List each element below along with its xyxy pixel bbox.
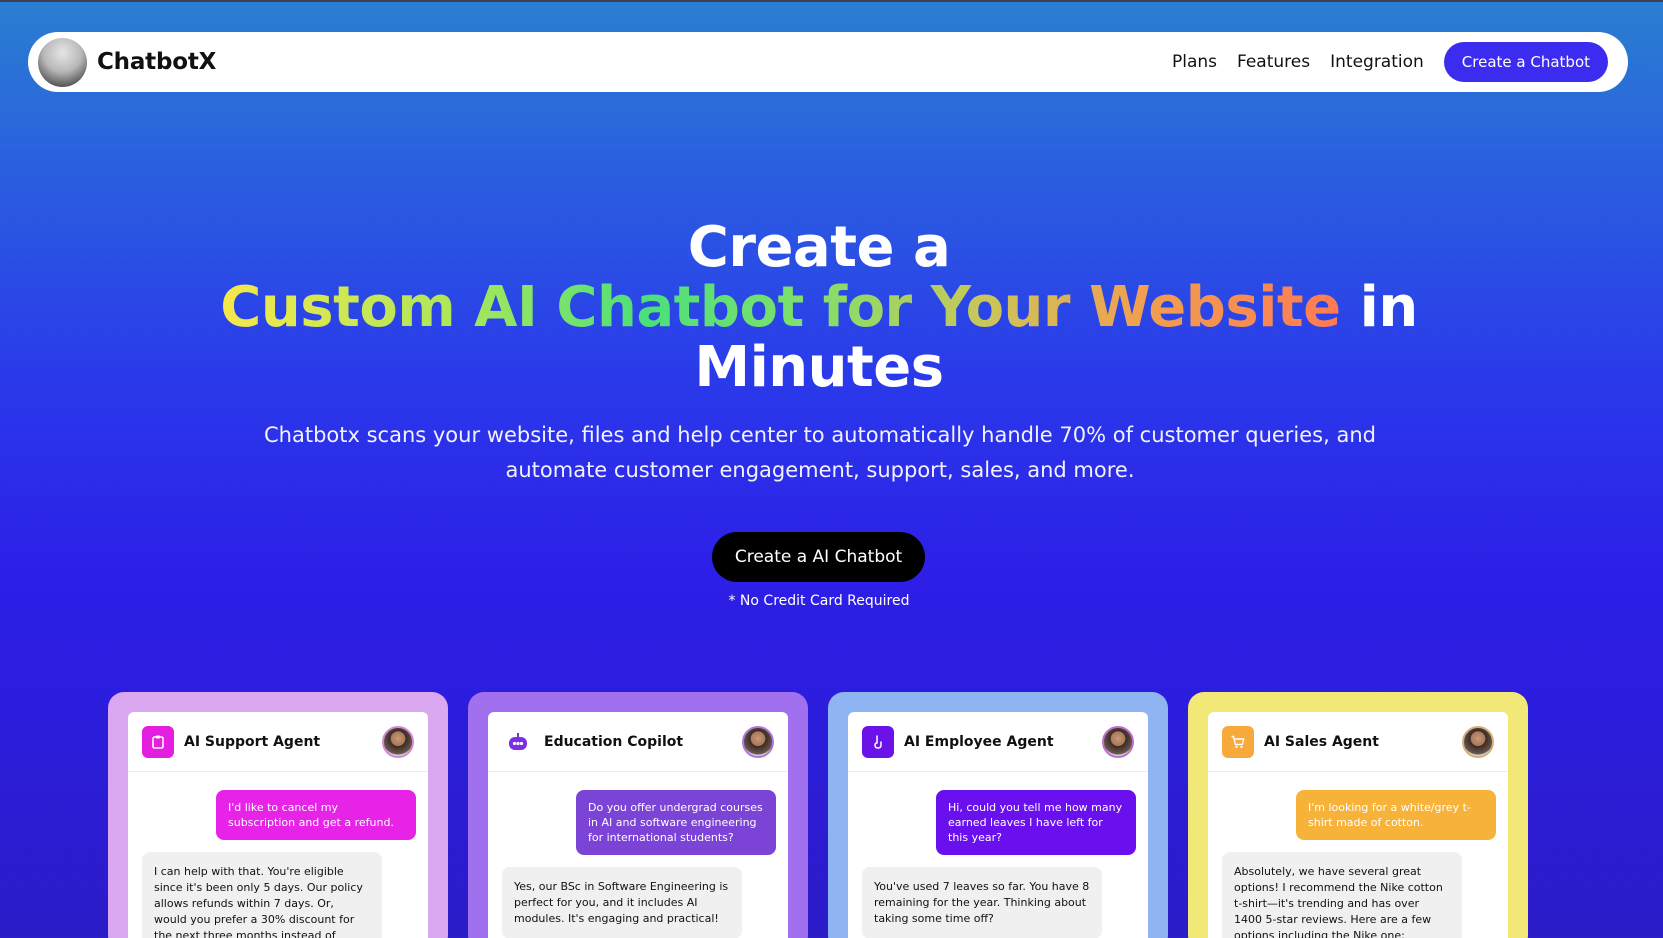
card-body: Education Copilot Do you offer undergrad… xyxy=(488,712,788,938)
window-top-border xyxy=(0,0,1663,2)
brand-name: ChatbotX xyxy=(97,49,217,75)
bot-message: You've used 7 leaves so far. You have 8 … xyxy=(862,867,1102,938)
card-title: AI Support Agent xyxy=(184,733,321,750)
card-body: AI Employee Agent Hi, could you tell me … xyxy=(848,712,1148,938)
hero-title-highlight: Custom AI Chatbot for Your Website xyxy=(220,275,1341,340)
card-education-copilot: Education Copilot Do you offer undergrad… xyxy=(468,692,808,938)
no-credit-card-note: * No Credit Card Required xyxy=(728,593,910,609)
hero-title-line1: Create a xyxy=(687,215,951,280)
avatar xyxy=(1102,725,1134,758)
create-ai-chatbot-button[interactable]: Create a AI Chatbot xyxy=(712,532,925,582)
user-message: I'm looking for a white/grey t-shirt mad… xyxy=(1296,790,1496,840)
hero-subtitle: Chatbotx scans your website, files and h… xyxy=(264,423,1376,482)
robot-icon xyxy=(502,725,534,758)
hero-title: Create a Custom AI Chatbot for Your Webs… xyxy=(0,218,1638,398)
hero-title-line3: Minutes xyxy=(694,335,944,400)
nav-links: Plans Features Integration Create a Chat… xyxy=(1172,42,1608,82)
card-title: Education Copilot xyxy=(544,733,684,750)
card-header: AI Support Agent xyxy=(128,712,428,772)
card-employee-agent: AI Employee Agent Hi, could you tell me … xyxy=(828,692,1168,938)
card-header: Education Copilot xyxy=(488,712,788,772)
nav-link-integration[interactable]: Integration xyxy=(1330,52,1424,72)
card-title: AI Sales Agent xyxy=(1264,733,1379,750)
brand[interactable]: ChatbotX xyxy=(38,37,217,87)
create-chatbot-button[interactable]: Create a Chatbot xyxy=(1443,42,1608,82)
card-support-agent: AI Support Agent I'd like to cancel my s… xyxy=(108,692,448,938)
user-message: Hi, could you tell me how many earned le… xyxy=(936,790,1136,855)
hero-title-in: in xyxy=(1340,275,1419,340)
clipboard-icon xyxy=(142,725,174,758)
bot-message: Absolutely, we have several great option… xyxy=(1222,852,1462,938)
cart-icon xyxy=(1222,725,1254,758)
avatar xyxy=(382,725,414,758)
bot-message: I can help with that. You're eligible si… xyxy=(142,852,382,938)
user-message: I'd like to cancel my subscription and g… xyxy=(216,790,416,840)
hand-icon xyxy=(862,725,894,758)
avatar xyxy=(742,725,774,758)
navbar: ChatbotX Plans Features Integration Crea… xyxy=(28,32,1628,92)
nav-link-plans[interactable]: Plans xyxy=(1172,52,1217,72)
bot-message: Yes, our BSc in Software Engineering is … xyxy=(502,867,742,938)
user-message: Do you offer undergrad courses in AI and… xyxy=(576,790,776,855)
card-title: AI Employee Agent xyxy=(904,733,1054,750)
avatar xyxy=(1462,725,1494,758)
card-body: AI Support Agent I'd like to cancel my s… xyxy=(128,712,428,938)
nav-link-features[interactable]: Features xyxy=(1237,52,1310,72)
card-header: AI Employee Agent xyxy=(848,712,1148,772)
card-sales-agent: AI Sales Agent I'm looking for a white/g… xyxy=(1188,692,1528,938)
card-header: AI Sales Agent xyxy=(1208,712,1508,772)
card-body: AI Sales Agent I'm looking for a white/g… xyxy=(1208,712,1508,938)
logo xyxy=(38,37,87,87)
